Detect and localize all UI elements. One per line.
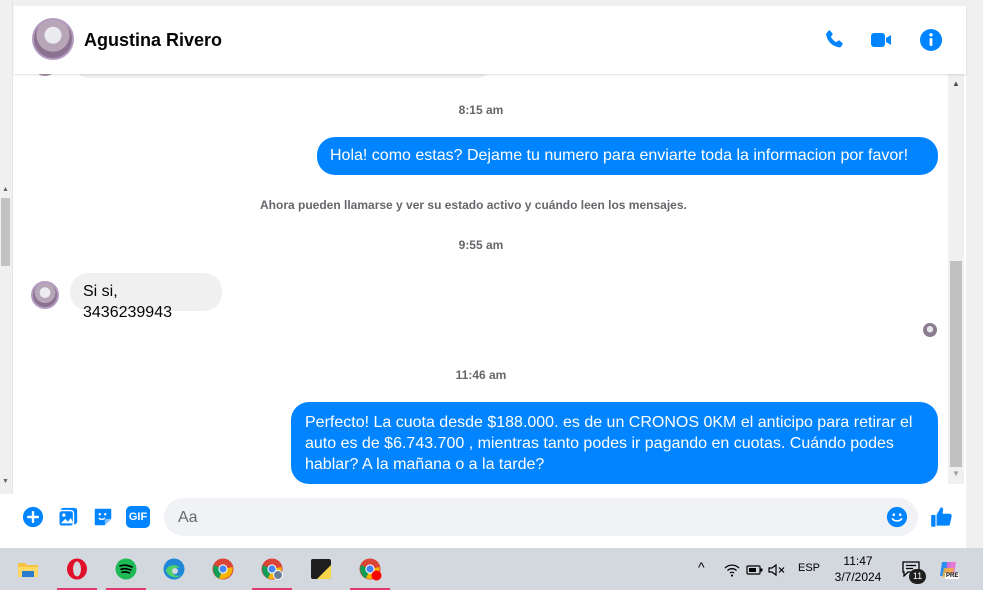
- phone-call-icon[interactable]: [822, 28, 846, 52]
- previous-message-avatar: [33, 74, 57, 76]
- spotify-icon: [115, 558, 137, 580]
- notification-count-badge: 11: [909, 569, 926, 584]
- edge-browser-icon: [163, 558, 185, 580]
- taskbar-chrome[interactable]: [203, 548, 243, 590]
- gif-icon[interactable]: GIF: [126, 506, 150, 528]
- chat-scroll-thumb[interactable]: [950, 261, 962, 467]
- clock-time: 11:47: [843, 554, 873, 568]
- input-language[interactable]: ESP: [798, 562, 820, 574]
- message-input-container[interactable]: [164, 498, 918, 538]
- chat-scroll-up-arrow-icon[interactable]: ▲: [952, 79, 960, 88]
- taskbar-opera[interactable]: [57, 548, 97, 590]
- opera-browser-icon: [67, 558, 87, 580]
- taskbar-chrome-notifications[interactable]: [350, 548, 390, 590]
- chrome-notification-icon: [359, 558, 382, 581]
- window-right-edge: [966, 0, 983, 548]
- left-scroll-down-arrow-icon[interactable]: ▼: [2, 478, 9, 485]
- incoming-message[interactable]: Si si, 3436239943: [70, 273, 222, 321]
- outgoing-message[interactable]: Perfecto! La cuota desde $188.000. es de…: [291, 402, 938, 484]
- sticker-icon[interactable]: [92, 506, 114, 528]
- taskbar-file-explorer[interactable]: [8, 548, 48, 590]
- chrome-icon: [212, 558, 234, 580]
- left-scrollbar[interactable]: ▲ ▼: [0, 0, 13, 494]
- contact-avatar[interactable]: [32, 18, 74, 60]
- taskbar-spotify[interactable]: [106, 548, 146, 590]
- left-scroll-thumb[interactable]: [1, 198, 10, 266]
- taskbar-edge[interactable]: [154, 548, 194, 590]
- taskbar-chrome-profile[interactable]: [252, 548, 292, 590]
- chat-scrollbar[interactable]: ▲ ▼: [948, 74, 964, 484]
- tray-chevron-up-icon[interactable]: ^: [698, 559, 705, 575]
- clock-date: 3/7/2024: [834, 570, 882, 584]
- message-input[interactable]: [176, 498, 880, 538]
- message-composer: GIF: [14, 494, 966, 548]
- timestamp: 8:15 am: [458, 103, 504, 117]
- video-call-icon[interactable]: [869, 28, 893, 52]
- timestamp: 9:55 am: [458, 238, 504, 252]
- copilot-preview-badge: PRE: [945, 573, 960, 579]
- info-icon[interactable]: [919, 28, 943, 52]
- photo-gallery-icon[interactable]: [57, 506, 79, 528]
- previous-message-bubble[interactable]: [74, 74, 492, 78]
- wifi-icon[interactable]: [724, 563, 740, 577]
- windows-taskbar: ^ ESP 11:47 3/7/2024 11 PRE: [0, 548, 983, 590]
- volume-muted-icon[interactable]: [768, 563, 786, 577]
- chat-scroll-down-arrow-icon[interactable]: ▼: [952, 469, 960, 478]
- folder-icon: [18, 563, 38, 577]
- contact-avatar-small[interactable]: [31, 281, 59, 309]
- plus-circle-icon[interactable]: [22, 506, 44, 528]
- conversation-header: Agustina Rivero: [14, 6, 966, 74]
- emoji-icon[interactable]: [886, 506, 908, 528]
- outgoing-message[interactable]: Hola! como estas? Dejame tu numero para …: [317, 137, 938, 175]
- taskbar-sticky-notes[interactable]: [301, 548, 341, 590]
- timestamp: 11:46 am: [455, 368, 507, 382]
- clock[interactable]: 11:47 3/7/2024: [828, 553, 888, 585]
- chrome-profile-icon: [261, 558, 283, 580]
- system-notice: Ahora pueden llamarse y ver su estado ac…: [260, 198, 687, 212]
- sticky-notes-icon: [311, 559, 331, 579]
- seen-indicator-avatar: [923, 323, 937, 337]
- thumbs-up-icon[interactable]: [929, 504, 955, 530]
- left-scroll-up-arrow-icon[interactable]: ▲: [2, 186, 9, 193]
- message-list[interactable]: 8:15 am Hola! como estas? Dejame tu nume…: [14, 74, 948, 494]
- battery-icon[interactable]: [746, 563, 764, 577]
- contact-name[interactable]: Agustina Rivero: [84, 30, 222, 51]
